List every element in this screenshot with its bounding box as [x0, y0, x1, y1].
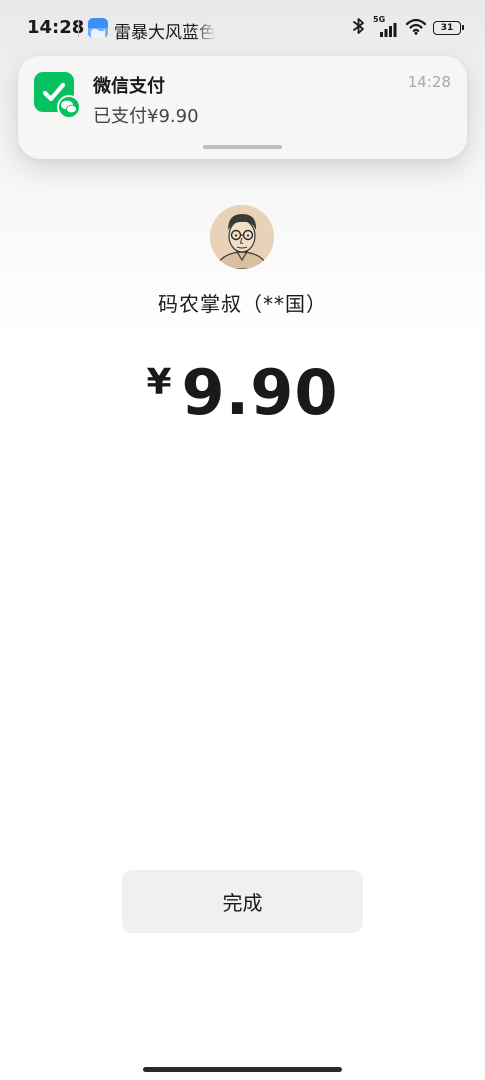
amount-value: 9.90 [181, 356, 339, 429]
battery-icon: 31 [433, 21, 464, 35]
status-time: 14:28 [27, 17, 85, 38]
home-indicator[interactable] [143, 1067, 342, 1072]
status-divider [78, 20, 79, 37]
status-app-name: 雷暴大风蓝色预警 [114, 23, 216, 43]
notification-body: 已支付¥9.90 [93, 106, 199, 127]
status-icons: 5G 31 [345, 15, 464, 40]
currency-symbol: ¥ [146, 362, 172, 403]
battery-level: 31 [440, 23, 454, 33]
done-button[interactable]: 完成 [122, 870, 363, 933]
notification-time: 14:28 [407, 73, 451, 91]
bluetooth-icon [351, 17, 367, 39]
wechat-pay-icon [34, 72, 81, 119]
payment-amount: ¥9.90 [0, 356, 485, 429]
payment-notification[interactable]: 微信支付 已支付¥9.90 14:28 [18, 56, 467, 159]
wifi-icon [405, 17, 427, 39]
status-bar: 14:28 雷暴大风蓝色预警 5G [0, 0, 485, 56]
notification-drag-handle[interactable] [203, 145, 282, 149]
payee-name: 码农掌叔（**国） [158, 292, 327, 316]
weather-app-icon [88, 18, 108, 38]
notification-title: 微信支付 [93, 76, 165, 97]
signal-icon: 5G [373, 15, 399, 39]
done-button-label: 完成 [222, 891, 263, 915]
payee-avatar [210, 205, 274, 269]
